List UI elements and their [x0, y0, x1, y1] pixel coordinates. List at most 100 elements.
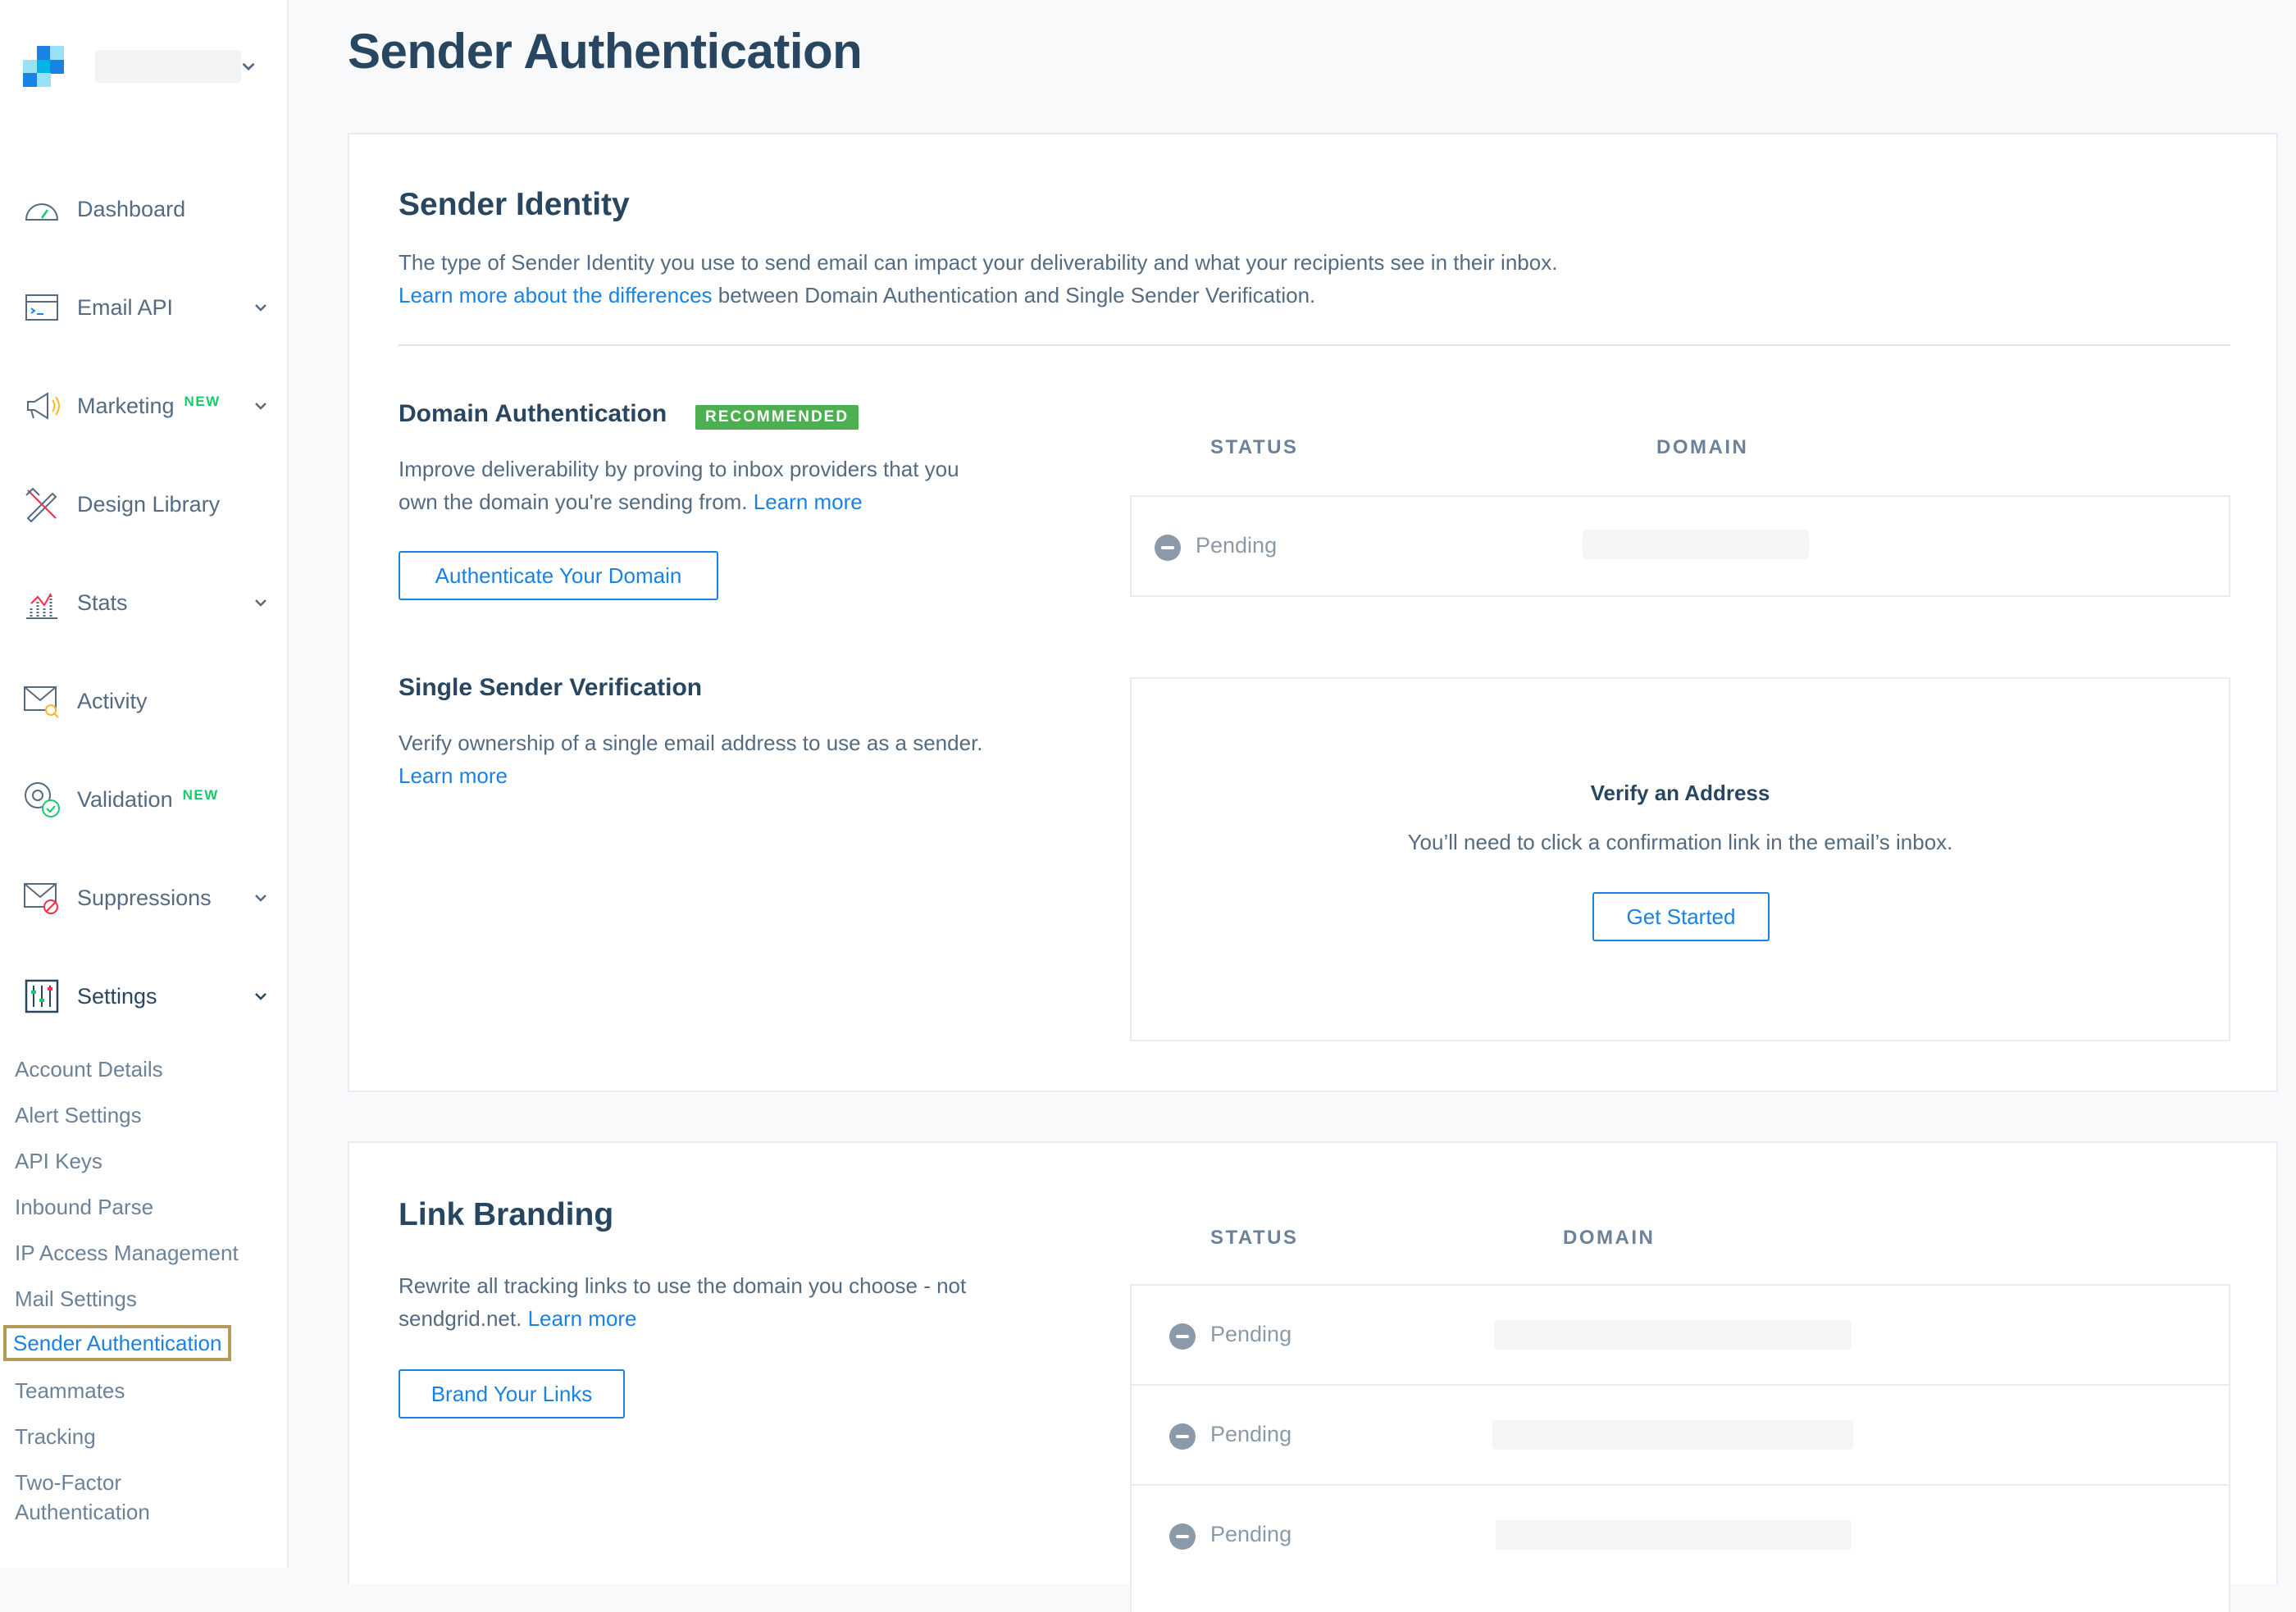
link-branding-desc-2: sendgrid.net. — [399, 1306, 522, 1331]
verify-address-title: Verify an Address — [1590, 781, 1770, 805]
col-status: STATUS — [1210, 1227, 1299, 1249]
domain-auth-desc-1: Improve deliverability by proving to inb… — [399, 457, 959, 481]
status-text: Pending — [1210, 1422, 1292, 1446]
table-row[interactable]: Pending — [1132, 1386, 2229, 1486]
email-api-icon — [25, 294, 58, 321]
nav-label: Email API — [77, 294, 174, 320]
settings-sliders-icon — [25, 979, 59, 1013]
nav-validation[interactable]: Validation NEW — [23, 775, 277, 824]
pending-icon — [1169, 1323, 1196, 1350]
stats-chart-icon — [26, 593, 57, 619]
nav-activity[interactable]: Activity — [23, 676, 277, 726]
settings-account-details[interactable]: Account Details — [15, 1054, 163, 1084]
chevron-down-icon — [255, 403, 266, 410]
settings-teammates[interactable]: Teammates — [15, 1376, 125, 1405]
col-domain: DOMAIN — [1656, 436, 1749, 458]
link-branding-title: Link Branding — [399, 1197, 614, 1232]
activity-envelope-icon — [24, 686, 59, 718]
settings-tracking[interactable]: Tracking — [15, 1422, 96, 1451]
sender-identity-learn-line: Learn more about the differences between… — [399, 279, 1315, 312]
page-title: Sender Authentication — [348, 24, 863, 79]
megaphone-icon — [27, 392, 60, 420]
col-domain: DOMAIN — [1563, 1227, 1656, 1249]
chevron-down-icon — [255, 993, 266, 1000]
nav-label: Design Library — [77, 491, 221, 517]
chevron-down-icon — [255, 895, 266, 902]
link-branding-card: Link Branding Rewrite all tracking links… — [348, 1141, 2278, 1612]
single-sender-title: Single Sender Verification — [399, 674, 703, 701]
pending-icon — [1169, 1523, 1196, 1550]
account-name-redacted — [95, 50, 241, 83]
link-branding-learn-more-link[interactable]: Learn more — [528, 1306, 637, 1331]
table-row[interactable]: Pending — [1132, 1486, 2229, 1586]
pending-icon — [1169, 1423, 1196, 1450]
brand-links-button[interactable]: Brand Your Links — [399, 1369, 625, 1418]
learn-differences-link[interactable]: Learn more about the differences — [399, 283, 713, 307]
chevron-down-icon[interactable] — [238, 56, 259, 77]
status-text: Pending — [1196, 533, 1278, 558]
domain-auth-desc-2: own the domain you're sending from. — [399, 490, 748, 514]
single-sender-desc: Verify ownership of a single email addre… — [399, 726, 1022, 792]
recommended-badge: RECOMMENDED — [695, 405, 859, 430]
domain-auth-desc: Improve deliverability by proving to inb… — [399, 453, 1022, 518]
authenticate-domain-button[interactable]: Authenticate Your Domain — [399, 551, 718, 600]
nav-marketing[interactable]: Marketing NEW — [23, 381, 277, 430]
learn-differences-rest: between Domain Authentication and Single… — [712, 283, 1316, 307]
validation-at-icon — [25, 782, 60, 817]
nav-settings[interactable]: Settings — [23, 972, 277, 1021]
settings-api-keys[interactable]: API Keys — [15, 1146, 102, 1176]
link-branding-desc: Rewrite all tracking links to use the do… — [399, 1269, 1022, 1335]
settings-ip-access-management[interactable]: IP Access Management — [15, 1238, 239, 1268]
domain-redacted — [1494, 1320, 1852, 1350]
suppressions-envelope-icon — [24, 883, 58, 914]
domain-auth-table: Pending — [1130, 495, 2230, 597]
table-row[interactable]: Pending — [1132, 497, 2229, 595]
nav-email-api[interactable]: Email API — [23, 283, 277, 332]
col-status: STATUS — [1210, 436, 1299, 458]
single-sender-learn-more-link[interactable]: Learn more — [399, 763, 508, 788]
get-started-button[interactable]: Get Started — [1592, 892, 1770, 941]
nav-label: Settings — [77, 983, 157, 1009]
nav-label: Dashboard — [77, 196, 186, 221]
divider — [399, 344, 2230, 346]
domain-auth-learn-more-link[interactable]: Learn more — [754, 490, 863, 514]
nav-suppressions[interactable]: Suppressions — [23, 873, 277, 922]
nav-stats[interactable]: Stats — [23, 578, 277, 627]
sender-identity-card: Sender Identity The type of Sender Ident… — [348, 133, 2278, 1092]
settings-sender-authentication[interactable]: Sender Authentication — [2, 1325, 232, 1361]
new-badge: NEW — [182, 787, 219, 803]
sender-identity-title: Sender Identity — [399, 187, 630, 222]
nav-label: Suppressions — [77, 885, 212, 910]
settings-alert-settings[interactable]: Alert Settings — [15, 1100, 142, 1130]
link-branding-table: Pending Pending Pending — [1130, 1284, 2230, 1612]
main-content: Sender Authentication Sender Identity Th… — [289, 0, 2296, 1612]
verify-address-box: Verify an Address You’ll need to click a… — [1130, 677, 2230, 1041]
settings-two-factor-authentication[interactable]: Two-Factor Authentication — [15, 1468, 179, 1527]
status-text: Pending — [1210, 1322, 1292, 1346]
nav-label: Marketing — [77, 393, 175, 418]
verify-address-desc: You’ll need to click a confirmation link… — [1407, 830, 1953, 854]
domain-redacted — [1496, 1520, 1852, 1550]
nav-dashboard[interactable]: Dashboard — [23, 184, 277, 234]
status-text: Pending — [1210, 1522, 1292, 1546]
single-sender-desc-text: Verify ownership of a single email addre… — [399, 731, 983, 755]
nav-label: Activity — [77, 688, 148, 713]
nav-label: Validation — [77, 786, 173, 812]
table-row[interactable]: Pending — [1132, 1286, 2229, 1386]
link-branding-desc-1: Rewrite all tracking links to use the do… — [399, 1273, 967, 1298]
design-library-icon — [25, 487, 57, 523]
dashboard-gauge-icon — [25, 203, 59, 221]
settings-mail-settings[interactable]: Mail Settings — [15, 1284, 137, 1314]
nav-label: Stats — [77, 590, 128, 615]
nav-design-library[interactable]: Design Library — [23, 480, 277, 529]
sender-identity-desc: The type of Sender Identity you use to s… — [399, 250, 1558, 275]
domain-auth-title: Domain Authentication — [399, 400, 667, 427]
pending-icon — [1155, 535, 1181, 561]
domain-redacted — [1583, 530, 1809, 559]
sendgrid-logo — [23, 46, 64, 87]
account-switcher[interactable] — [23, 46, 277, 87]
new-badge: NEW — [184, 394, 221, 409]
sidebar: Dashboard Email API Marketing NEW Design… — [0, 0, 289, 1568]
settings-inbound-parse[interactable]: Inbound Parse — [15, 1192, 153, 1222]
domain-redacted — [1492, 1420, 1853, 1450]
